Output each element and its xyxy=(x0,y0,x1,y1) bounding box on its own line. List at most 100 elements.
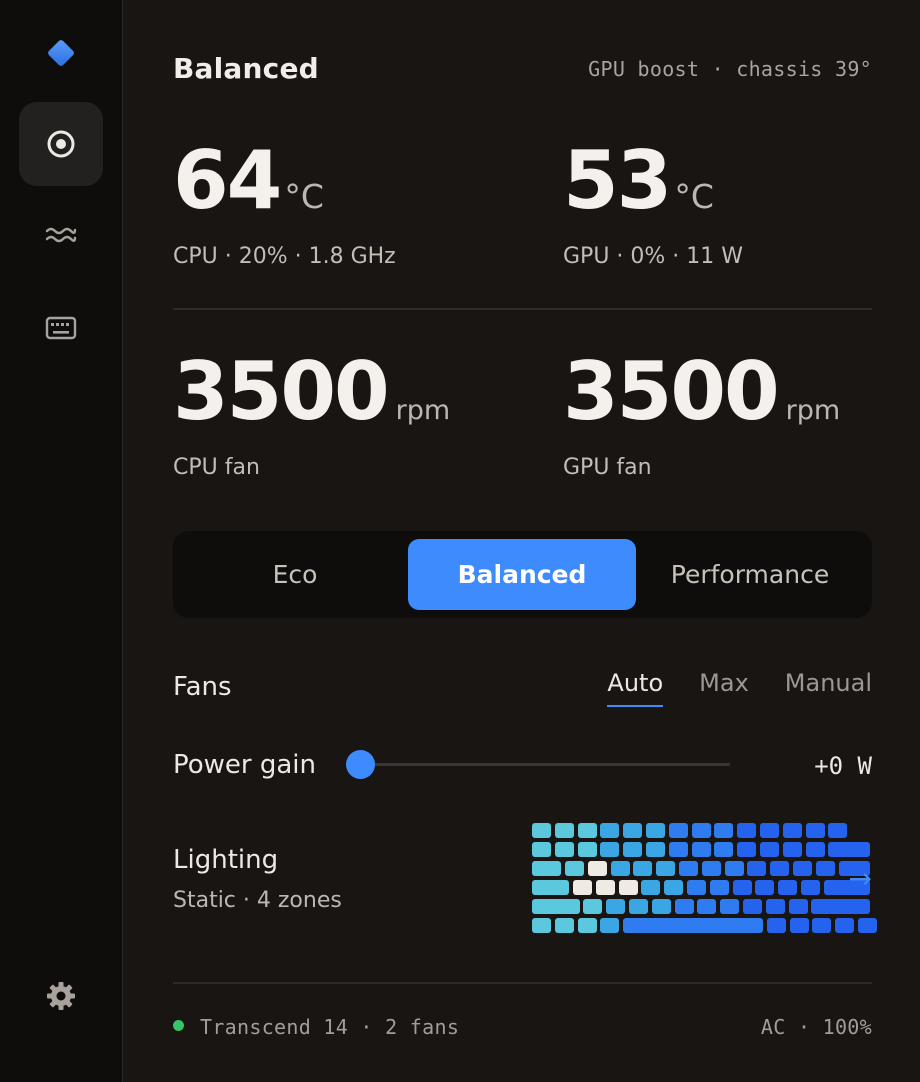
keyboard-key xyxy=(577,918,597,933)
gpu-temp-metric: 53 °C GPU · 0% · 11 W xyxy=(563,141,743,270)
settings-button[interactable] xyxy=(19,954,103,1038)
performance-mode-selector: Eco Balanced Performance xyxy=(173,531,872,618)
keyboard-key xyxy=(788,899,808,914)
keyboard-key xyxy=(595,880,615,895)
keyboard-key xyxy=(633,861,653,876)
keyboard-key xyxy=(646,842,665,857)
diamond-logo-icon xyxy=(47,39,75,67)
cpu-temp-metric: 64 °C CPU · 20% · 1.8 GHz xyxy=(173,134,396,270)
keyboard-key xyxy=(691,842,711,857)
cpu-temp-value: 64 xyxy=(173,134,282,227)
keyboard-key xyxy=(532,842,551,857)
main-panel: Balanced GPU boost · chassis 39° 64 °C CP… xyxy=(173,0,878,1082)
tab-fan-auto[interactable]: Auto xyxy=(607,669,663,707)
keyboard-key xyxy=(532,880,570,895)
sidebar xyxy=(0,0,123,1082)
cpu-fan-value: 3500 xyxy=(173,345,390,438)
mode-performance-button[interactable]: Performance xyxy=(636,539,864,610)
keyboard-lighting-preview[interactable] xyxy=(532,823,878,935)
keyboard-key xyxy=(782,823,802,838)
keyboard-key xyxy=(724,861,744,876)
page-title: Balanced xyxy=(173,52,319,85)
keyboard-key xyxy=(651,899,671,914)
keyboard-key xyxy=(755,880,775,895)
footer-device: Transcend 14 · 2 fans xyxy=(200,1015,460,1039)
footer-power-status: AC · 100% xyxy=(760,1015,872,1039)
tab-fan-max[interactable]: Max xyxy=(699,669,749,707)
keyboard-key xyxy=(720,899,740,914)
power-gain-slider-thumb[interactable] xyxy=(346,750,375,779)
keyboard-key xyxy=(765,899,785,914)
keyboard-key xyxy=(656,861,676,876)
keyboard-key xyxy=(687,880,707,895)
keyboard-key xyxy=(587,861,607,876)
keyboard-key xyxy=(668,823,688,838)
keyboard-key xyxy=(709,880,729,895)
keyboard-key xyxy=(793,861,813,876)
keyboard-key xyxy=(835,918,855,933)
lighting-label: Lighting xyxy=(173,845,279,875)
divider xyxy=(173,982,872,984)
keyboard-key xyxy=(610,861,630,876)
connection-status-dot xyxy=(173,1020,184,1031)
waves-icon xyxy=(45,227,77,243)
keyboard-key xyxy=(701,861,721,876)
keyboard-key xyxy=(623,842,643,857)
keyboard-key xyxy=(600,918,620,933)
fans-label: Fans xyxy=(173,672,232,702)
keyboard-key xyxy=(828,842,871,857)
tab-fan-manual[interactable]: Manual xyxy=(785,669,872,707)
keyboard-key xyxy=(747,861,767,876)
keyboard-key xyxy=(801,880,821,895)
gear-icon xyxy=(47,982,75,1010)
keyboard-key xyxy=(554,918,574,933)
keyboard-key xyxy=(742,899,762,914)
header-status: GPU boost · chassis 39° xyxy=(588,57,872,81)
divider xyxy=(173,308,872,310)
keyboard-key xyxy=(691,823,711,838)
keyboard-key xyxy=(760,842,779,857)
keyboard-key xyxy=(565,861,585,876)
keyboard-key xyxy=(760,823,779,838)
keyboard-key xyxy=(737,823,757,838)
keyboard-key xyxy=(532,823,551,838)
gpu-fan-unit: rpm xyxy=(785,395,841,426)
cpu-temp-unit: °C xyxy=(284,177,324,216)
keyboard-key xyxy=(554,842,574,857)
lighting-open-arrow-icon[interactable]: → xyxy=(849,862,872,895)
mode-eco-button[interactable]: Eco xyxy=(181,539,409,610)
power-gain-slider-track[interactable] xyxy=(361,763,730,766)
cpu-temp-sub: CPU · 20% · 1.8 GHz xyxy=(173,244,396,269)
gpu-temp-sub: GPU · 0% · 11 W xyxy=(563,244,744,269)
gpu-temp-unit: °C xyxy=(674,177,714,216)
keyboard-key xyxy=(858,918,878,933)
keyboard-key xyxy=(697,899,717,914)
cpu-fan-unit: rpm xyxy=(395,395,451,426)
target-icon xyxy=(47,130,75,158)
keyboard-key xyxy=(532,899,580,914)
keyboard-key xyxy=(532,918,551,933)
keyboard-key xyxy=(766,918,786,933)
keyboard-key xyxy=(577,842,597,857)
keyboard-key xyxy=(811,899,871,914)
sidebar-item-keyboard[interactable] xyxy=(19,286,103,370)
power-gain-label: Power gain xyxy=(173,750,317,780)
keyboard-key xyxy=(812,918,832,933)
keyboard-key xyxy=(646,823,665,838)
keyboard-key xyxy=(668,842,688,857)
keyboard-key xyxy=(714,842,734,857)
sidebar-item-fans[interactable] xyxy=(19,194,103,278)
keyboard-key xyxy=(532,861,562,876)
power-gain-value: +0 W xyxy=(814,752,872,780)
keyboard-key xyxy=(641,880,661,895)
keyboard-key xyxy=(674,899,694,914)
cpu-fan-metric: 3500 rpm CPU fan xyxy=(173,345,451,481)
keyboard-key xyxy=(737,842,757,857)
mode-balanced-button[interactable]: Balanced xyxy=(408,539,636,610)
gpu-fan-metric: 3500 rpm GPU fan xyxy=(563,352,841,481)
keyboard-key xyxy=(714,823,734,838)
keyboard-key xyxy=(600,842,620,857)
sidebar-item-monitor[interactable] xyxy=(19,102,103,186)
keyboard-key xyxy=(623,823,643,838)
keyboard-key xyxy=(778,880,798,895)
